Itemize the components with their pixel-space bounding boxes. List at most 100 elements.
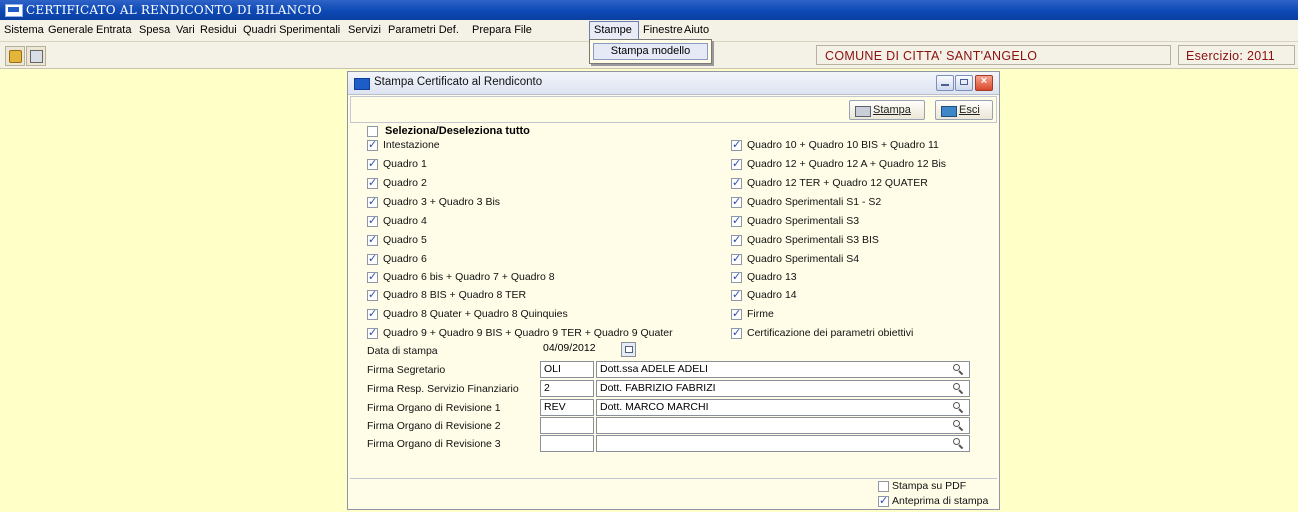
checkbox-quadro-13[interactable] xyxy=(731,270,742,283)
checkbox-quadro-10[interactable] xyxy=(731,138,742,151)
calendar-icon xyxy=(625,346,633,353)
firma-revisione-3-code[interactable] xyxy=(540,435,594,452)
app-icon xyxy=(5,4,23,17)
checkbox-quadro-14[interactable] xyxy=(731,288,742,301)
menu-prepara-file[interactable]: Prepara File xyxy=(472,24,532,36)
app-title-bar: CERTIFICATO AL RENDICONTO DI BILANCIO xyxy=(0,0,1298,20)
checkbox-quadro-9[interactable] xyxy=(367,326,378,339)
checkbox-quadro-8bis-8ter[interactable] xyxy=(367,288,378,301)
checkbox-quadro-3[interactable] xyxy=(367,195,378,208)
close-icon: × xyxy=(980,75,988,87)
firma-resp-finanziario-name[interactable]: Dott. FABRIZIO FABRIZI xyxy=(596,380,970,397)
checkbox-label: Quadro 6 xyxy=(383,253,427,265)
firma-revisione-1-label: Firma Organo di Revisione 1 xyxy=(367,402,501,414)
stampa-certificato-dialog: Stampa Certificato al Rendiconto × Stamp… xyxy=(347,71,1000,510)
checkbox-label: Quadro 6 bis + Quadro 7 + Quadro 8 xyxy=(383,271,555,283)
checkbox-label: Quadro 3 + Quadro 3 Bis xyxy=(383,196,501,208)
menu-parametri-def[interactable]: Parametri Def. xyxy=(388,24,459,36)
exit-icon xyxy=(941,106,957,117)
printer-icon xyxy=(855,106,871,117)
stampa-button[interactable]: Stampa xyxy=(849,100,925,120)
menu-residui[interactable]: Residui xyxy=(200,24,237,36)
checkbox-label: Quadro 5 xyxy=(383,234,427,246)
checkbox-label: Quadro 1 xyxy=(383,158,427,170)
checkbox-quadro-8quater[interactable] xyxy=(367,307,378,320)
esci-button-label: Esci xyxy=(959,104,980,116)
search-icon[interactable] xyxy=(951,381,966,396)
checkbox-label: Quadro 2 xyxy=(383,177,427,189)
menu-aiuto[interactable]: Aiuto xyxy=(684,24,709,36)
firma-revisione-2-code[interactable] xyxy=(540,417,594,434)
firma-revisione-1-code[interactable]: REV xyxy=(540,399,594,416)
checkbox-quadro-6bis-7-8[interactable] xyxy=(367,270,378,283)
esci-button[interactable]: Esci xyxy=(935,100,993,120)
checkbox-quadro-12ter[interactable] xyxy=(731,176,742,189)
stampa-pdf-checkbox[interactable] xyxy=(878,481,889,492)
checkbox-quadro-5[interactable] xyxy=(367,233,378,246)
firma-revisione-3-name[interactable] xyxy=(596,435,970,452)
menu-item-stampa-modello[interactable]: Stampa modello xyxy=(593,43,708,60)
checkbox-label: Intestazione xyxy=(383,139,440,151)
checkbox-label: Quadro 14 xyxy=(747,289,797,301)
checkbox-label: Certificazione dei parametri obiettivi xyxy=(747,327,914,339)
checkbox-label: Firme xyxy=(747,308,774,320)
menu-spesa[interactable]: Spesa xyxy=(139,24,170,36)
maximize-icon xyxy=(960,79,968,85)
app-title: CERTIFICATO AL RENDICONTO DI BILANCIO xyxy=(26,3,322,17)
checkbox-label: Quadro Sperimentali S1 - S2 xyxy=(747,196,882,208)
close-button[interactable]: × xyxy=(975,75,993,91)
anteprima-label: Anteprima di stampa xyxy=(892,495,989,507)
anteprima-checkbox[interactable] xyxy=(878,494,889,507)
menu-servizi[interactable]: Servizi xyxy=(348,24,381,36)
maximize-button[interactable] xyxy=(955,75,973,91)
printer-icon xyxy=(30,50,43,63)
lock-button[interactable] xyxy=(5,46,25,66)
search-icon[interactable] xyxy=(951,418,966,433)
firma-resp-finanziario-code[interactable]: 2 xyxy=(540,380,594,397)
firma-revisione-2-name[interactable] xyxy=(596,417,970,434)
checkbox-label: Quadro 4 xyxy=(383,215,427,227)
checkbox-quadro-6[interactable] xyxy=(367,252,378,265)
search-icon[interactable] xyxy=(951,436,966,451)
checkbox-label: Quadro Sperimentali S4 xyxy=(747,253,860,265)
data-stampa-input[interactable]: 04/09/2012 xyxy=(540,341,618,358)
print-button[interactable] xyxy=(26,46,46,66)
search-icon[interactable] xyxy=(951,362,966,377)
menu-finestre[interactable]: Finestre xyxy=(643,24,683,36)
checkbox-sperimentali-s4[interactable] xyxy=(731,252,742,265)
menu-entrata[interactable]: Entrata xyxy=(96,24,131,36)
checkbox-quadro-12[interactable] xyxy=(731,157,742,170)
checkbox-label: Quadro 10 + Quadro 10 BIS + Quadro 11 xyxy=(747,139,939,151)
calendar-button[interactable] xyxy=(621,342,636,357)
menu-quadri-sperimentali[interactable]: Quadri Sperimentali xyxy=(243,24,340,36)
firma-segretario-label: Firma Segretario xyxy=(367,364,446,376)
checkbox-sperimentali-s1-s2[interactable] xyxy=(731,195,742,208)
firma-segretario-name[interactable]: Dott.ssa ADELE ADELI xyxy=(596,361,970,378)
checkbox-firme[interactable] xyxy=(731,307,742,320)
menu-stampe[interactable]: Stampe xyxy=(594,24,632,36)
checkbox-label: Quadro 8 Quater + Quadro 8 Quinquies xyxy=(383,308,568,320)
checkbox-label: Quadro 12 TER + Quadro 12 QUATER xyxy=(747,177,928,189)
checkbox-label: Quadro 8 BIS + Quadro 8 TER xyxy=(383,289,527,301)
menu-vari[interactable]: Vari xyxy=(176,24,195,36)
checkbox-quadro-1[interactable] xyxy=(367,157,378,170)
checkbox-quadro-2[interactable] xyxy=(367,176,378,189)
dialog-title: Stampa Certificato al Rendiconto xyxy=(374,76,543,88)
checkbox-certificazione-parametri[interactable] xyxy=(731,326,742,339)
checkbox-quadro-4[interactable] xyxy=(367,214,378,227)
checkbox-sperimentali-s3[interactable] xyxy=(731,214,742,227)
firma-segretario-code[interactable]: OLI xyxy=(540,361,594,378)
firma-revisione-1-name[interactable]: Dott. MARCO MARCHI xyxy=(596,399,970,416)
menu-sistema[interactable]: Sistema xyxy=(4,24,44,36)
checkbox-sperimentali-s3bis[interactable] xyxy=(731,233,742,246)
firma-resp-finanziario-label: Firma Resp. Servizio Finanziario xyxy=(367,383,519,395)
minimize-icon xyxy=(941,84,949,86)
search-icon[interactable] xyxy=(951,400,966,415)
checkbox-label: Quadro Sperimentali S3 xyxy=(747,215,860,227)
minimize-button[interactable] xyxy=(936,75,954,91)
menu-generale[interactable]: Generale xyxy=(48,24,93,36)
stampe-dropdown: Stampa modello xyxy=(589,39,712,64)
checkbox-label: Quadro 9 + Quadro 9 BIS + Quadro 9 TER +… xyxy=(383,327,673,339)
checkbox-intestazione[interactable] xyxy=(367,138,378,151)
select-all-checkbox[interactable] xyxy=(367,126,378,137)
